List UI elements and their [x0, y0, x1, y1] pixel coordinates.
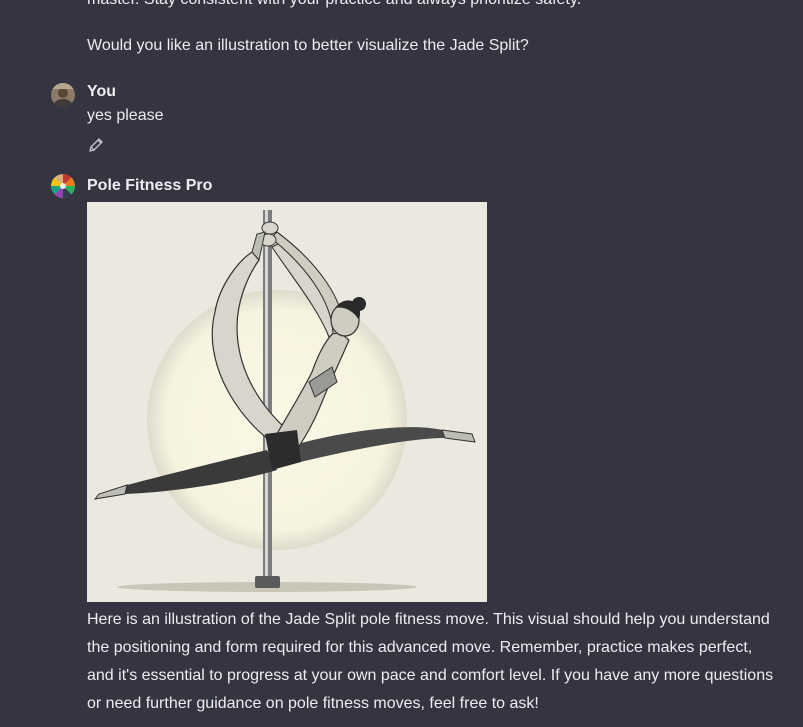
previous-message-question: Would you like an illustration to better…: [87, 37, 529, 54]
user-message-text: yes please: [87, 107, 164, 124]
user-author-name: You: [87, 83, 117, 100]
previous-message-text: master. Stay consistent with your practi…: [87, 0, 787, 14]
assistant-message-text: Here is an illustration of the Jade Spli…: [87, 611, 774, 712]
generated-illustration[interactable]: [87, 202, 487, 602]
assistant-avatar: [51, 174, 75, 198]
assistant-author-name: Pole Fitness Pro: [87, 177, 213, 194]
pencil-icon[interactable]: [87, 136, 105, 154]
pole-dancer-illustration: [87, 202, 487, 602]
user-avatar: [51, 83, 75, 107]
